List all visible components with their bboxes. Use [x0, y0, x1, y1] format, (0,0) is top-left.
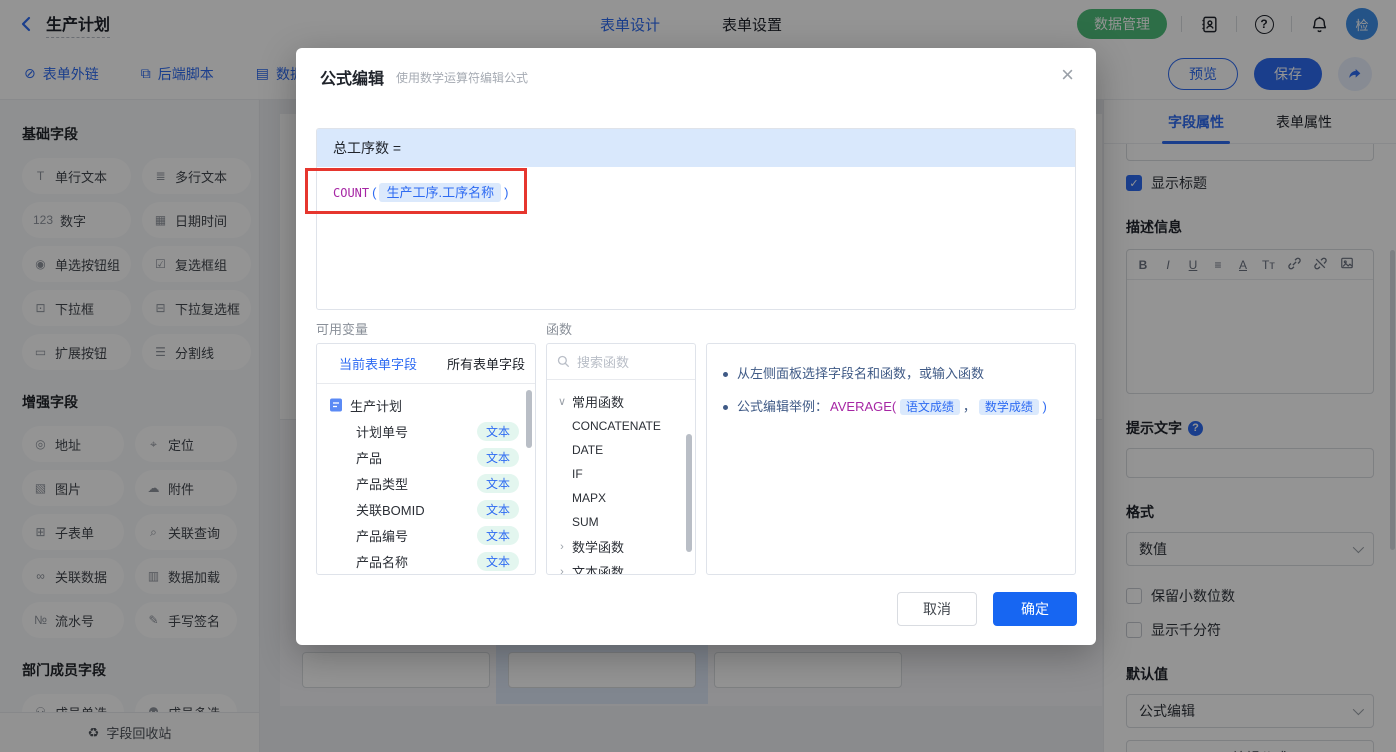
- function-item[interactable]: CONCATENATE: [557, 414, 695, 438]
- function-group-collapsed[interactable]: › 数学函数: [557, 534, 695, 559]
- open-paren: (: [372, 185, 377, 200]
- scrollbar-thumb[interactable]: [686, 434, 692, 552]
- example-field-chip: 语文成绩: [899, 399, 960, 415]
- variables-tabs: 当前表单字段 所有表单字段: [317, 344, 535, 384]
- tab-current-form-fields[interactable]: 当前表单字段: [339, 354, 417, 373]
- formula-expression[interactable]: COUNT(生产工序.工序名称): [317, 167, 1075, 216]
- document-icon: [330, 398, 342, 412]
- variable-field-row[interactable]: 产品 文本: [329, 444, 535, 470]
- formula-editor-box[interactable]: 总工序数 = COUNT(生产工序.工序名称): [316, 128, 1076, 310]
- field-token-chip[interactable]: 生产工序.工序名称: [379, 183, 502, 202]
- chevron-collapsed-icon: ›: [560, 540, 564, 553]
- scrollbar-thumb[interactable]: [526, 390, 532, 448]
- example-field-chip: 数学成绩: [978, 399, 1039, 415]
- variables-rows: 计划单号 文本 产品 文本 产品类型 文本 关联BOMID 文本 产品编号 文本…: [329, 418, 535, 575]
- close-paren: ): [1042, 399, 1047, 414]
- formula-edit-modal: 公式编辑 使用数学运算符编辑公式 × 总工序数 = COUNT(生产工序.工序名…: [296, 48, 1096, 645]
- formula-function-name[interactable]: COUNT: [333, 186, 369, 200]
- hints-panel: 从左侧面板选择字段名和函数，或输入函数 公式编辑举例： AVERAGE( 语文成绩…: [706, 343, 1076, 575]
- field-type-tag: 文本: [476, 421, 519, 441]
- hint-line-2: 公式编辑举例： AVERAGE( 语文成绩，数学成绩 ): [723, 397, 1059, 417]
- variable-field-row[interactable]: 关联BOMID 文本: [329, 496, 535, 522]
- search-placeholder: 搜索函数: [577, 355, 630, 370]
- variable-field-row[interactable]: 文本: [329, 574, 535, 575]
- functions-panel: 搜索函数 ∨ 常用函数 CONCATENATE DATE IF MAPX SUM: [546, 343, 696, 575]
- variables-label: 可用变量: [316, 322, 369, 337]
- formula-target: 总工序数 =: [317, 129, 1075, 167]
- variable-field-row[interactable]: 产品编号 文本: [329, 522, 535, 548]
- variable-field-row[interactable]: 产品类型 文本: [329, 470, 535, 496]
- field-type-tag: 文本: [476, 499, 519, 519]
- modal-subtitle: 使用数学运算符编辑公式: [396, 70, 529, 85]
- function-items: CONCATENATE DATE IF MAPX SUM: [557, 414, 695, 534]
- field-type-tag: 文本: [476, 551, 519, 571]
- field-type-tag: 文本: [476, 525, 519, 545]
- function-group-collapsed[interactable]: › 文本函数: [557, 559, 695, 575]
- hint-line-1: 从左侧面板选择字段名和函数，或输入函数: [723, 364, 1059, 384]
- cancel-button[interactable]: 取消: [897, 592, 977, 626]
- function-item[interactable]: MAPX: [557, 486, 695, 510]
- function-groups-collapsed: › 数学函数 › 文本函数: [557, 534, 695, 575]
- function-tree: ∨ 常用函数 CONCATENATE DATE IF MAPX SUM › 数学…: [547, 380, 695, 575]
- function-item[interactable]: SUM: [557, 510, 695, 534]
- field-type-tag: 文本: [476, 447, 519, 467]
- close-paren: ): [504, 185, 509, 200]
- modal-header: 公式编辑 使用数学运算符编辑公式: [296, 48, 1096, 106]
- variables-panel: 当前表单字段 所有表单字段 生产计划 计划单号 文本 产品 文本 产品类型 文本…: [316, 343, 536, 575]
- example-function-name: AVERAGE(: [830, 399, 897, 414]
- function-group-common[interactable]: ∨ 常用函数: [557, 389, 695, 414]
- bullet-icon: [723, 405, 728, 410]
- functions-label: 函数: [546, 322, 573, 337]
- confirm-button[interactable]: 确定: [993, 592, 1077, 626]
- chevron-expanded-icon: ∨: [557, 396, 567, 408]
- field-type-tag: 文本: [476, 473, 519, 493]
- chevron-collapsed-icon: ›: [560, 565, 564, 575]
- close-icon[interactable]: ×: [1061, 64, 1074, 86]
- function-item[interactable]: DATE: [557, 438, 695, 462]
- modal-title: 公式编辑: [320, 71, 385, 88]
- bullet-icon: [723, 372, 728, 377]
- variables-tree: 生产计划 计划单号 文本 产品 文本 产品类型 文本 关联BOMID 文本 产品…: [317, 384, 535, 575]
- tab-all-form-fields[interactable]: 所有表单字段: [447, 354, 525, 373]
- variable-field-row[interactable]: 计划单号 文本: [329, 418, 535, 444]
- search-icon: [557, 355, 570, 368]
- variable-field-row[interactable]: 产品名称 文本: [329, 548, 535, 574]
- form-root-node[interactable]: 生产计划: [329, 392, 535, 418]
- function-item[interactable]: IF: [557, 462, 695, 486]
- hint-example: 公式编辑举例： AVERAGE( 语文成绩，数学成绩 ): [737, 399, 1047, 415]
- function-search-box[interactable]: 搜索函数: [547, 344, 695, 380]
